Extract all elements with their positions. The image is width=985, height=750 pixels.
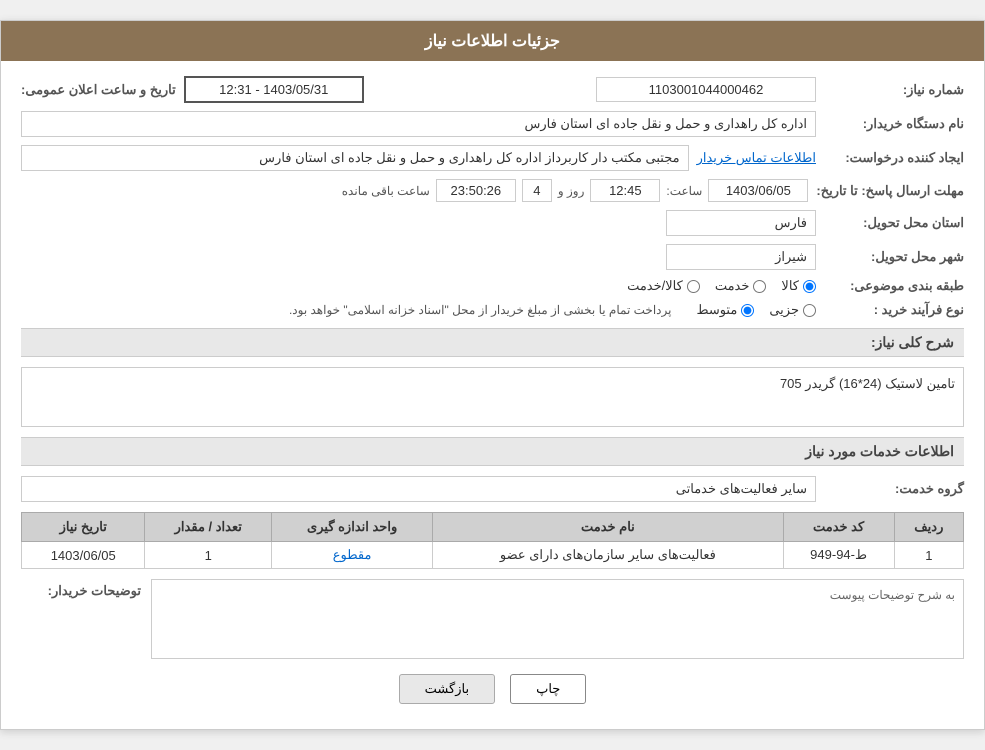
category-kala[interactable]: کالا [781, 278, 816, 294]
deadline-time: 12:45 [590, 179, 660, 202]
province-row: استان محل تحویل: فارس [21, 210, 964, 236]
need-number-label: شماره نیاز: [824, 82, 964, 98]
buyer-description-row: به شرح توضیحات پیوست توضیحات خریدار: [21, 579, 964, 659]
category-kala-khadamat[interactable]: کالا/خدمت [627, 278, 700, 294]
buyer-description-section: به شرح توضیحات پیوست توضیحات خریدار: [21, 579, 964, 659]
purchaser-org-value: اداره کل راهداری و حمل و نقل جاده ای است… [21, 111, 816, 137]
col-unit: واحد اندازه گیری [272, 513, 433, 542]
need-number-row: شماره نیاز: 1103001044000462 1403/05/31 … [21, 76, 964, 103]
service-group-value: سایر فعالیت‌های خدماتی [21, 476, 816, 502]
need-number-value: 1103001044000462 [596, 77, 816, 102]
deadline-time-label: ساعت: [666, 184, 702, 198]
creator-row: ایجاد کننده درخواست: اطلاعات تماس خریدار… [21, 145, 964, 171]
cell-row-num: 1 [894, 542, 963, 569]
need-description-header: شرح کلی نیاز: [21, 328, 964, 357]
col-quantity: تعداد / مقدار [145, 513, 272, 542]
table-row: 1 ط-94-949 فعالیت‌های سایر سازمان‌های دا… [22, 542, 964, 569]
service-group-label: گروه خدمت: [824, 481, 964, 497]
services-table-section: ردیف کد خدمت نام خدمت واحد اندازه گیری ت… [21, 512, 964, 569]
category-khadamat[interactable]: خدمت [715, 278, 767, 294]
services-info-header: اطلاعات خدمات مورد نیاز [21, 437, 964, 466]
category-row: طبقه بندی موضوعی: کالا خدمت کالا/خدمت [21, 278, 964, 294]
back-button[interactable]: بازگشت [399, 674, 495, 704]
cell-service-name: فعالیت‌های سایر سازمان‌های دارای عضو [433, 542, 783, 569]
city-value: شیراز [666, 244, 816, 270]
col-need-date: تاریخ نیاز [22, 513, 145, 542]
category-radio-group: کالا خدمت کالا/خدمت [627, 278, 816, 294]
purchase-type-radio-group: جزیی متوسط پرداخت تمام یا بخشی از مبلغ خ… [289, 302, 816, 318]
page-title: جزئیات اطلاعات نیاز [425, 33, 560, 50]
col-service-name: نام خدمت [433, 513, 783, 542]
purchase-type-label: نوع فرآیند خرید : [824, 302, 964, 318]
content-area: شماره نیاز: 1103001044000462 1403/05/31 … [1, 61, 984, 729]
need-description-box: تامین لاستیک (24*16) گریدر 705 [21, 367, 964, 427]
page-header: جزئیات اطلاعات نیاز [1, 21, 984, 61]
main-container: جزئیات اطلاعات نیاز شماره نیاز: 11030010… [0, 20, 985, 730]
announcement-date-label: تاریخ و ساعت اعلان عمومی: [21, 82, 176, 98]
city-label: شهر محل تحویل: [824, 249, 964, 265]
deadline-remaining-label: ساعت باقی مانده [342, 184, 430, 198]
creator-label: ایجاد کننده درخواست: [824, 150, 964, 166]
category-label: طبقه بندی موضوعی: [824, 278, 964, 294]
purchaser-org-label: نام دستگاه خریدار: [824, 116, 964, 132]
announcement-date-value: 1403/05/31 - 12:31 [184, 76, 364, 103]
purchase-type-motavaset[interactable]: متوسط [696, 302, 754, 318]
creator-value: مجتبی مکتب دار کاربرداز اداره کل راهداری… [21, 145, 689, 171]
button-row: چاپ بازگشت [21, 674, 964, 704]
purchase-type-jozei[interactable]: جزیی [769, 302, 816, 318]
print-button[interactable]: چاپ [510, 674, 586, 704]
province-label: استان محل تحویل: [824, 215, 964, 231]
send-deadline-row: مهلت ارسال پاسخ: تا تاریخ: 1403/06/05 سا… [21, 179, 964, 202]
deadline-datetime: 1403/06/05 ساعت: 12:45 روز و 4 23:50:26 … [342, 179, 809, 202]
deadline-days-label: روز و [558, 184, 585, 198]
services-table: ردیف کد خدمت نام خدمت واحد اندازه گیری ت… [21, 512, 964, 569]
cell-quantity: 1 [145, 542, 272, 569]
purchaser-org-row: نام دستگاه خریدار: اداره کل راهداری و حم… [21, 111, 964, 137]
send-deadline-label: مهلت ارسال پاسخ: تا تاریخ: [816, 183, 964, 199]
service-group-row: گروه خدمت: سایر فعالیت‌های خدماتی [21, 476, 964, 502]
col-row-num: ردیف [894, 513, 963, 542]
deadline-days: 4 [522, 179, 552, 202]
col-service-code: کد خدمت [783, 513, 894, 542]
cell-need-date: 1403/06/05 [22, 542, 145, 569]
contact-info-link[interactable]: اطلاعات تماس خریدار [697, 150, 816, 166]
province-value: فارس [666, 210, 816, 236]
deadline-remaining: 23:50:26 [436, 179, 516, 202]
purchase-type-note: پرداخت تمام یا بخشی از مبلغ خریدار از مح… [289, 303, 672, 317]
cell-unit: مقطوع [272, 542, 433, 569]
buyer-description-label: توضیحات خریدار: [21, 579, 141, 599]
need-description-area: تامین لاستیک (24*16) گریدر 705 [21, 367, 964, 427]
table-body: 1 ط-94-949 فعالیت‌های سایر سازمان‌های دا… [22, 542, 964, 569]
buyer-description-box: به شرح توضیحات پیوست [151, 579, 964, 659]
purchase-type-row: نوع فرآیند خرید : جزیی متوسط پرداخت تمام… [21, 302, 964, 318]
deadline-date: 1403/06/05 [708, 179, 808, 202]
cell-service-code: ط-94-949 [783, 542, 894, 569]
city-row: شهر محل تحویل: شیراز [21, 244, 964, 270]
table-header: ردیف کد خدمت نام خدمت واحد اندازه گیری ت… [22, 513, 964, 542]
